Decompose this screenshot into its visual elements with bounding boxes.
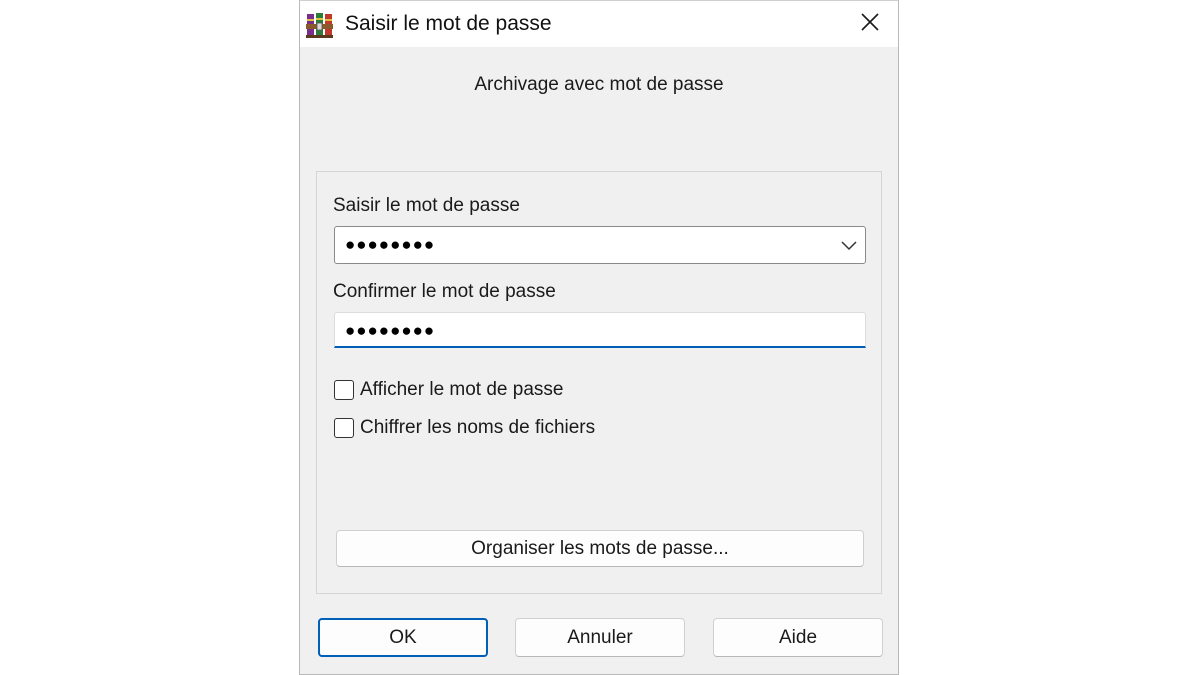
close-icon (860, 12, 880, 37)
chevron-down-icon[interactable] (839, 236, 859, 254)
confirm-password-field[interactable]: ●●●●●●●● (334, 312, 866, 348)
password-value: ●●●●●●●● (345, 235, 436, 254)
password-combobox[interactable]: ●●●●●●●● (334, 226, 866, 264)
help-button[interactable]: Aide (713, 618, 883, 657)
show-password-checkbox[interactable] (334, 380, 354, 400)
close-button[interactable] (848, 6, 892, 42)
encrypt-file-names-label: Chiffrer les noms de fichiers (360, 417, 596, 438)
show-password-option[interactable]: Afficher le mot de passe (334, 377, 563, 403)
confirm-password-value: ●●●●●●●● (345, 321, 436, 340)
ok-button[interactable]: OK (318, 618, 488, 657)
dialog-heading: Archivage avec mot de passe (474, 74, 724, 95)
title-bar[interactable]: Saisir le mot de passe (300, 1, 898, 47)
window-title: Saisir le mot de passe (345, 12, 552, 35)
winrar-books-icon (306, 11, 334, 39)
encrypt-file-names-checkbox[interactable] (334, 418, 354, 438)
confirm-password-label: Confirmer le mot de passe (333, 281, 556, 302)
encrypt-file-names-option[interactable]: Chiffrer les noms de fichiers (334, 415, 595, 441)
show-password-label: Afficher le mot de passe (360, 379, 564, 400)
password-label: Saisir le mot de passe (333, 195, 520, 216)
password-dialog: Saisir le mot de passe Archivage avec mo… (299, 0, 899, 675)
organize-passwords-button[interactable]: Organiser les mots de passe... (336, 530, 864, 567)
cancel-button[interactable]: Annuler (515, 618, 685, 657)
